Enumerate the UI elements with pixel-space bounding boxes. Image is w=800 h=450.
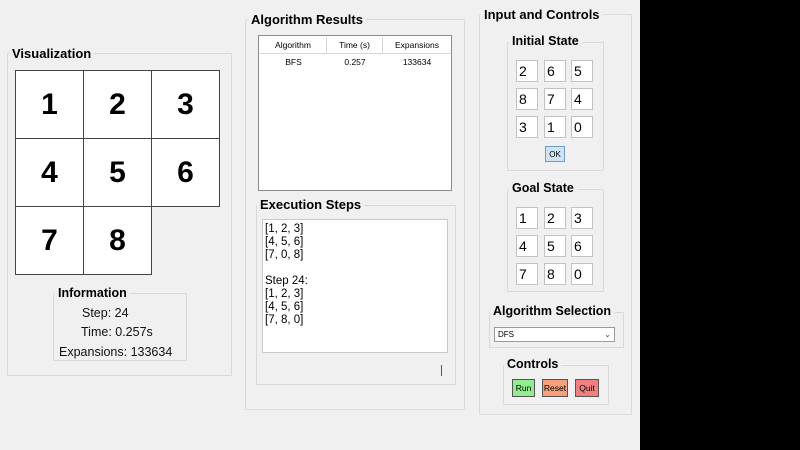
time-text: Time: 0.257s [81, 325, 153, 339]
initial-state-title: Initial State [509, 35, 582, 48]
initial-cell[interactable]: 0 [571, 116, 593, 138]
goal-cell[interactable]: 7 [516, 263, 538, 285]
controls-title: Controls [504, 358, 562, 371]
initial-cell[interactable]: 8 [516, 88, 538, 110]
algorithm-select[interactable]: DFS ⌄ [494, 327, 615, 342]
step-line: [4, 5, 6] [265, 236, 304, 248]
initial-cell[interactable]: 2 [516, 60, 538, 82]
step-text: Step: 24 [82, 306, 129, 320]
goal-cell[interactable]: 8 [544, 263, 566, 285]
tile-5: 5 [83, 138, 152, 207]
goal-cell[interactable]: 6 [571, 235, 593, 257]
algorithm-selection-title: Algorithm Selection [490, 305, 615, 318]
initial-cell[interactable]: 1 [544, 116, 566, 138]
execution-title: Execution Steps [257, 198, 365, 211]
tile-4: 4 [15, 138, 84, 207]
step-line: [1, 2, 3] [265, 223, 304, 235]
initial-cell[interactable]: 6 [544, 60, 566, 82]
goal-cell[interactable]: 4 [516, 235, 538, 257]
initial-cell[interactable]: 4 [571, 88, 593, 110]
tile-1: 1 [15, 70, 84, 139]
app-window: Visualization 1 2 3 4 5 6 7 8 Informatio… [0, 0, 640, 450]
ok-button[interactable]: OK [545, 146, 565, 162]
quit-button[interactable]: Quit [575, 379, 599, 397]
step-line: [4, 5, 6] [265, 301, 304, 313]
initial-cell[interactable]: 3 [516, 116, 538, 138]
goal-state-title: Goal State [509, 182, 577, 195]
reset-button[interactable]: Reset [542, 379, 568, 397]
step-line: [7, 0, 8] [265, 249, 304, 261]
tile-2: 2 [83, 70, 152, 139]
tile-3: 3 [151, 70, 220, 139]
step-line [265, 262, 445, 275]
column-header-time[interactable]: Time (s) [327, 37, 383, 54]
table-cell: 0.257 [344, 57, 366, 67]
goal-cell[interactable]: 0 [571, 263, 593, 285]
algorithm-select-value: DFS [498, 330, 514, 339]
goal-cell[interactable]: 5 [544, 235, 566, 257]
horizontal-scrollbar[interactable] [262, 354, 448, 378]
results-table[interactable]: Algorithm Time (s) Expansions BFS 0.257 … [258, 35, 452, 191]
chevron-down-icon[interactable]: ⌄ [604, 328, 611, 341]
goal-cell[interactable]: 1 [516, 207, 538, 229]
column-header-algorithm[interactable]: Algorithm [260, 37, 327, 54]
table-cell: 133634 [402, 57, 432, 67]
initial-cell[interactable]: 7 [544, 88, 566, 110]
table-cell: BFS [285, 57, 302, 67]
step-line: [1, 2, 3] [265, 288, 304, 300]
goal-cell[interactable]: 3 [571, 207, 593, 229]
expansions-text: Expansions: 133634 [59, 345, 173, 359]
information-title: Information [55, 287, 130, 300]
execution-steps-textbox[interactable]: [1, 2, 3] [4, 5, 6] [7, 0, 8] Step 24: [… [262, 219, 448, 353]
puzzle-board: 1 2 3 4 5 6 7 8 [15, 70, 222, 277]
scrollbar-thumb[interactable] [441, 365, 442, 376]
initial-cell[interactable]: 5 [571, 60, 593, 82]
results-title: Algorithm Results [248, 13, 366, 26]
tile-7: 7 [15, 206, 84, 275]
goal-cell[interactable]: 2 [544, 207, 566, 229]
column-header-expansions[interactable]: Expansions [383, 37, 451, 54]
step-line: Step 24: [265, 275, 308, 287]
tile-8: 8 [83, 206, 152, 275]
run-button[interactable]: Run [512, 379, 535, 397]
tile-6: 6 [151, 138, 220, 207]
visualization-title: Visualization [9, 47, 95, 60]
step-line: [7, 8, 0] [265, 314, 304, 326]
input-title: Input and Controls [481, 8, 603, 21]
